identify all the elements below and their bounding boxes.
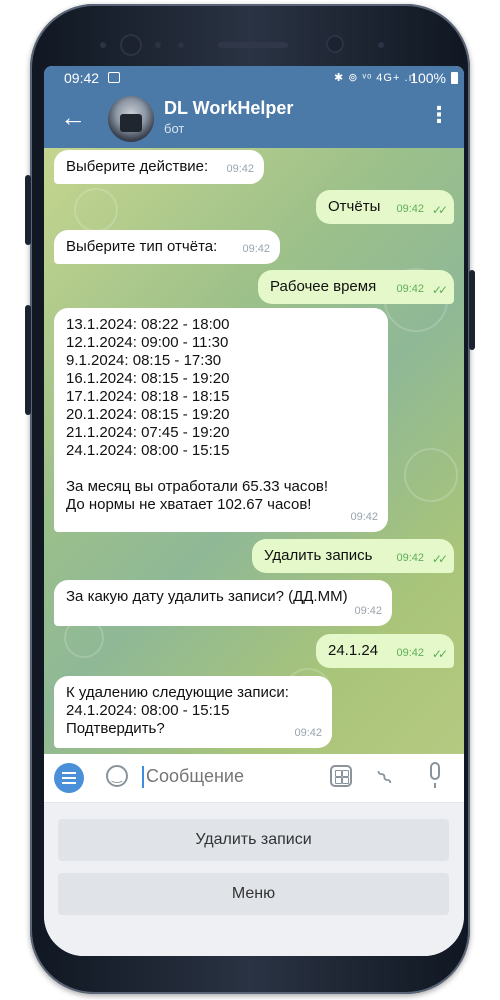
double-check-icon: ✓✓	[431, 647, 448, 661]
message-incoming[interactable]: Выберите действие: 09:42	[54, 150, 264, 184]
double-check-icon: ✓✓	[431, 203, 448, 217]
menu-button[interactable]: Меню	[58, 873, 449, 915]
background-doodle	[74, 188, 118, 232]
phone-screen: 09:42 ✱ ⊚ ᵛᵒ 4G+ .ıl 100% ← DL WorkHelpe…	[44, 66, 464, 956]
message-time: 09:42	[294, 727, 322, 739]
message-incoming[interactable]: За какую дату удалить записи? (ДД.ММ) 09…	[54, 580, 392, 626]
message-text: За какую дату удалить записи? (ДД.ММ)	[66, 588, 348, 605]
chat-messages[interactable]: Выберите действие: 09:42 Отчёты 09:42 ✓✓…	[44, 148, 464, 754]
message-outgoing[interactable]: 24.1.24 09:42 ✓✓	[316, 634, 454, 668]
chat-title[interactable]: DL WorkHelper	[164, 98, 293, 119]
power-button	[469, 270, 475, 350]
sensor-dot	[155, 42, 161, 48]
chat-header: ← DL WorkHelper бот ⋮	[44, 90, 464, 148]
message-text: Выберите тип отчёта:	[66, 238, 218, 255]
message-input[interactable]	[146, 766, 316, 787]
volume-button	[25, 175, 31, 245]
more-vert-icon[interactable]: ⋮	[428, 102, 450, 128]
front-camera	[122, 36, 140, 54]
message-text: 13.1.2024: 08:22 - 18:00 12.1.2024: 09:0…	[66, 316, 329, 513]
text-caret	[142, 766, 144, 788]
message-outgoing[interactable]: Рабочее время 09:42 ✓✓	[258, 270, 454, 304]
sensor-dot	[178, 42, 184, 48]
message-text: К удалению следующие записи: 24.1.2024: …	[66, 684, 289, 737]
sensor-dot	[100, 42, 106, 48]
message-time: 09:42	[396, 647, 424, 659]
bot-commands-icon[interactable]	[330, 765, 352, 787]
message-text: 24.1.24	[328, 642, 379, 659]
message-incoming[interactable]: Выберите тип отчёта: 09:42	[54, 230, 280, 264]
chat-subtitle: бот	[164, 121, 185, 136]
sensor-dot	[378, 42, 384, 48]
message-incoming[interactable]: 13.1.2024: 08:22 - 18:00 12.1.2024: 09:0…	[54, 308, 388, 532]
earpiece-speaker	[218, 42, 288, 48]
emoji-icon[interactable]: ‿	[106, 765, 128, 787]
message-text: Отчёты	[328, 198, 381, 215]
message-time: 09:42	[396, 283, 424, 295]
message-time: 09:42	[226, 163, 254, 175]
arrow-left-icon[interactable]: ←	[60, 104, 86, 130]
message-text: Выберите действие:	[66, 158, 209, 175]
status-time: 09:42	[64, 70, 100, 86]
message-incoming[interactable]: К удалению следующие записи: 24.1.2024: …	[54, 676, 332, 748]
microphone-icon[interactable]	[430, 762, 440, 788]
message-time: 09:42	[396, 203, 424, 215]
avatar[interactable]	[108, 96, 154, 142]
delete-records-button[interactable]: Удалить записи	[58, 819, 449, 861]
status-icons: ✱ ⊚ ᵛᵒ 4G+ .ıl	[334, 72, 416, 84]
attach-icon[interactable]: ⌇	[372, 765, 398, 791]
double-check-icon: ✓✓	[431, 283, 448, 297]
background-doodle	[404, 448, 458, 502]
gallery-notification-icon	[108, 72, 120, 83]
message-time: 09:42	[354, 605, 382, 617]
status-bar: 09:42 ✱ ⊚ ᵛᵒ 4G+ .ıl 100%	[44, 66, 464, 90]
double-check-icon: ✓✓	[431, 552, 448, 566]
message-time: 09:42	[396, 552, 424, 564]
message-time: 09:42	[350, 511, 378, 523]
message-outgoing[interactable]: Удалить запись 09:42 ✓✓	[252, 539, 454, 573]
bot-menu-icon[interactable]	[54, 763, 84, 793]
reply-keyboard: Удалить записи Меню	[44, 803, 464, 956]
message-composer: ‿ ⌇	[44, 754, 464, 803]
message-time: 09:42	[242, 243, 270, 255]
iris-sensor	[328, 37, 342, 51]
bixby-button	[25, 305, 31, 415]
battery-percent: 100%	[410, 70, 446, 86]
battery-icon	[451, 72, 458, 84]
message-outgoing[interactable]: Отчёты 09:42 ✓✓	[316, 190, 454, 224]
